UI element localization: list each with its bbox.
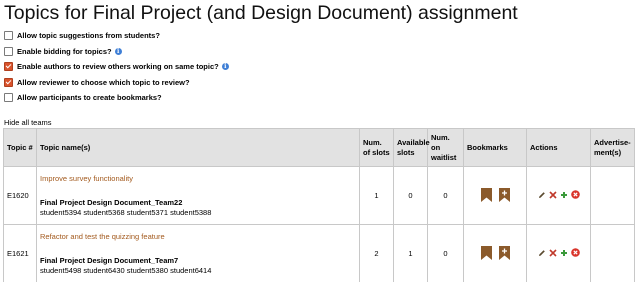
reviewer-choose-checkbox[interactable] [4,77,13,87]
num-waitlist: 0 [427,166,464,225]
table-header-row: Topic # Topic name(s) Num. of slots Avai… [3,128,635,167]
bookmark-add-icon[interactable] [498,245,510,260]
bookmarks-cell [463,166,527,225]
header-topic-name[interactable]: Topic name(s) [36,128,360,167]
actions-cell [526,224,591,282]
option-label: Allow reviewer to choose which topic to … [17,77,190,87]
topic-name-link[interactable]: Refactor and test the quizzing feature [40,232,356,241]
header-bookmarks: Bookmarks [463,128,527,167]
topic-id: E1621 [3,224,37,282]
team-name: Final Project Design Document_Team7 [40,255,179,265]
pencil-icon[interactable] [538,249,546,257]
bookmark-icon[interactable] [480,245,492,260]
table-row: E1620 Improve survey functionality Final… [3,166,635,225]
allow-suggestions-checkbox[interactable] [4,31,13,41]
topic-cell: Refactor and test the quizzing feature F… [36,224,360,282]
plus-icon[interactable] [560,191,568,199]
authors-review-checkbox[interactable] [4,62,13,72]
topic-options: Allow topic suggestions from students? E… [4,28,404,106]
page-title: Topics for Final Project (and Design Doc… [4,2,518,24]
num-slots: 1 [359,166,394,225]
x-icon[interactable] [548,191,557,199]
available-slots: 1 [393,224,428,282]
enable-bidding-checkbox[interactable] [4,46,13,56]
pencil-icon[interactable] [538,191,546,199]
header-num-waitlist[interactable]: Num. on waitlist [427,128,464,167]
option-label: Enable bidding for topics? [17,46,112,56]
header-topic-num[interactable]: Topic # [3,128,37,167]
table-row: E1621 Refactor and test the quizzing fea… [3,224,635,282]
topic-id: E1620 [3,166,37,225]
circle-x-icon[interactable] [570,248,580,258]
bookmark-icon[interactable] [480,187,492,202]
option-bookmarks: Allow participants to create bookmarks? [4,90,404,106]
option-label: Enable authors to review others working … [17,62,219,72]
option-label: Allow topic suggestions from students? [17,31,160,41]
team-members: student5394 student5368 student5371 stud… [40,207,212,217]
header-actions: Actions [526,128,591,167]
topic-name-link[interactable]: Improve survey functionality [40,174,356,183]
plus-icon[interactable] [560,249,568,257]
option-label: Allow participants to create bookmarks? [17,93,162,103]
team-members: student5498 student6430 student5380 stud… [40,265,212,275]
info-icon[interactable]: i [114,47,122,55]
advertisement-cell [590,224,635,282]
advertisement-cell [590,166,635,225]
num-waitlist: 0 [427,224,464,282]
allow-bookmarks-checkbox[interactable] [4,93,13,103]
header-advertisements: Advertise-ment(s) [590,128,635,167]
info-icon[interactable]: i [221,63,229,71]
option-allow-suggestions: Allow topic suggestions from students? [4,28,404,44]
header-num-slots[interactable]: Num. of slots [359,128,394,167]
num-slots: 2 [359,224,394,282]
option-enable-bidding: Enable bidding for topics? i [4,44,404,60]
available-slots: 0 [393,166,428,225]
actions-cell [526,166,591,225]
x-icon[interactable] [548,249,557,257]
topic-cell: Improve survey functionality Final Proje… [36,166,360,225]
option-reviewer-choose: Allow reviewer to choose which topic to … [4,75,404,91]
team-name: Final Project Design Document_Team22 [40,197,183,207]
bookmarks-cell [463,224,527,282]
hide-all-teams-link[interactable]: Hide all teams [4,118,52,127]
topics-table: Topic # Topic name(s) Num. of slots Avai… [3,128,635,282]
bookmark-add-icon[interactable] [498,187,510,202]
header-available-slots[interactable]: Available slots [393,128,430,167]
circle-x-icon[interactable] [570,190,580,200]
option-authors-review: Enable authors to review others working … [4,59,404,75]
